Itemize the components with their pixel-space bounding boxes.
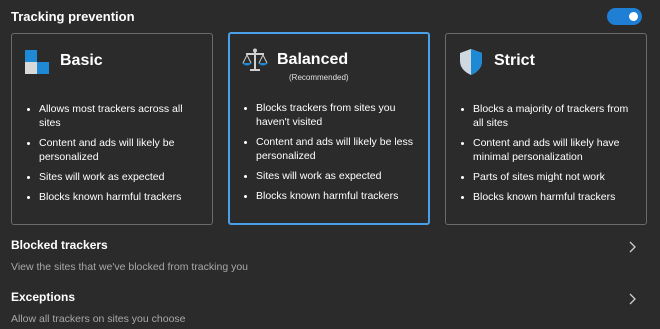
card-header: Basic	[24, 48, 204, 78]
list-item: Allows most trackers across all sites	[25, 102, 204, 130]
tracking-prevention-toggle[interactable]	[607, 8, 642, 25]
prevention-level-cards: Basic Allows most trackers across all si…	[11, 32, 648, 225]
blocked-trackers-description: View the sites that we've blocked from t…	[11, 261, 249, 273]
list-item: Parts of sites might not work	[459, 170, 638, 184]
recommended-label: (Recommended)	[289, 73, 349, 82]
list-item: Blocks trackers from sites you haven't v…	[242, 101, 420, 129]
chevron-right-icon	[629, 241, 636, 253]
list-item: Blocks a majority of trackers from all s…	[459, 102, 638, 130]
balance-scale-icon	[242, 48, 268, 71]
card-title: Basic	[60, 52, 103, 69]
shield-icon	[460, 49, 482, 75]
page-title: Tracking prevention	[11, 9, 135, 24]
balanced-level-card[interactable]: Balanced (Recommended) Blocks trackers f…	[228, 32, 430, 225]
list-item: Blocks known harmful trackers	[242, 189, 420, 203]
blocked-trackers-row[interactable]: Blocked trackers View the sites that we'…	[11, 236, 640, 276]
list-item: Content and ads will likely be less pers…	[242, 135, 420, 163]
list-item: Content and ads will likely be personali…	[25, 136, 204, 164]
feature-list: Blocks a majority of trackers from all s…	[459, 102, 638, 210]
strict-level-card[interactable]: Strict Blocks a majority of trackers fro…	[445, 33, 647, 225]
list-item: Content and ads will likely have minimal…	[459, 136, 638, 164]
card-header: Balanced (Recommended)	[241, 47, 420, 82]
card-title: Strict	[494, 52, 535, 69]
basic-blocks-icon	[25, 50, 49, 74]
card-title: Balanced	[277, 51, 349, 68]
basic-level-card[interactable]: Basic Allows most trackers across all si…	[11, 33, 213, 225]
blocked-trackers-title: Blocked trackers	[11, 238, 108, 252]
feature-list: Blocks trackers from sites you haven't v…	[242, 101, 420, 209]
exceptions-title: Exceptions	[11, 290, 76, 304]
exceptions-description: Allow all trackers on sites you choose	[11, 313, 186, 325]
list-item: Blocks known harmful trackers	[25, 190, 204, 204]
list-item: Blocks known harmful trackers	[459, 190, 638, 204]
exceptions-row[interactable]: Exceptions Allow all trackers on sites y…	[11, 288, 640, 328]
list-item: Sites will work as expected	[242, 169, 420, 183]
list-item: Sites will work as expected	[25, 170, 204, 184]
feature-list: Allows most trackers across all sites Co…	[25, 102, 204, 210]
tracking-prevention-header: Tracking prevention	[11, 8, 650, 26]
card-header: Strict	[458, 48, 638, 78]
chevron-right-icon	[629, 293, 636, 305]
toggle-knob	[629, 12, 638, 21]
